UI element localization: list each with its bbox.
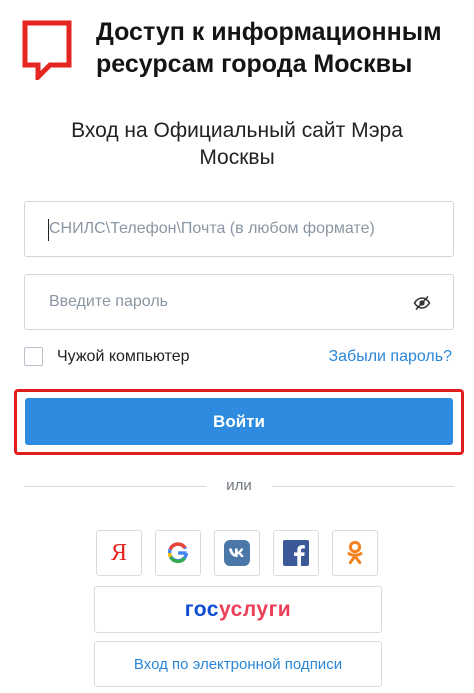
header-title-line2: ресурсам города Москвы: [96, 50, 413, 78]
yandex-icon: Я: [110, 540, 127, 566]
foreign-computer-checkbox[interactable]: [24, 347, 43, 366]
header-title-line1: Доступ к информационным: [96, 18, 442, 46]
facebook-login-button[interactable]: [273, 530, 319, 576]
gosuslugi-logo-part1: гос: [184, 597, 219, 621]
odnoklassniki-icon: [347, 540, 363, 565]
facebook-icon: [283, 540, 309, 566]
esignature-label: Вход по электронной подписи: [133, 655, 343, 673]
login-button[interactable]: Войти: [25, 398, 453, 445]
gosuslugi-logo: госуслуги: [185, 598, 291, 622]
login-input[interactable]: [25, 202, 453, 256]
eye-hidden-icon[interactable]: [413, 294, 431, 312]
google-icon: [167, 542, 189, 564]
esignature-login-button[interactable]: Вход по электронной подписи: [94, 641, 382, 687]
gosuslugi-logo-part2: услуги: [218, 597, 292, 621]
login-field: [24, 201, 454, 257]
vk-login-button[interactable]: [214, 530, 260, 576]
login-subtitle: Вход на Официальный сайт Мэра Москвы: [20, 117, 454, 171]
gosuslugi-login-button[interactable]: госуслуги: [94, 586, 382, 633]
page-header: Доступ к информационным ресурсам города …: [96, 16, 466, 80]
subtitle-line2: Москвы: [199, 146, 275, 169]
divider-line-right: [272, 486, 454, 487]
mos-logo-icon: [22, 20, 72, 80]
vk-icon: [224, 540, 250, 566]
foreign-computer-label: Чужой компьютер: [57, 347, 190, 365]
google-login-button[interactable]: [155, 530, 201, 576]
subtitle-line1: Вход на Официальный сайт Мэра: [71, 119, 403, 142]
foreign-computer-checkbox-row[interactable]: Чужой компьютер: [24, 347, 190, 366]
yandex-login-button[interactable]: Я: [96, 530, 142, 576]
password-input[interactable]: [25, 275, 453, 329]
odnoklassniki-login-button[interactable]: [332, 530, 378, 576]
forgot-password-link[interactable]: Забыли пароль?: [328, 348, 452, 366]
or-divider: или: [24, 476, 454, 496]
text-caret: [48, 219, 49, 241]
password-field: [24, 274, 454, 330]
